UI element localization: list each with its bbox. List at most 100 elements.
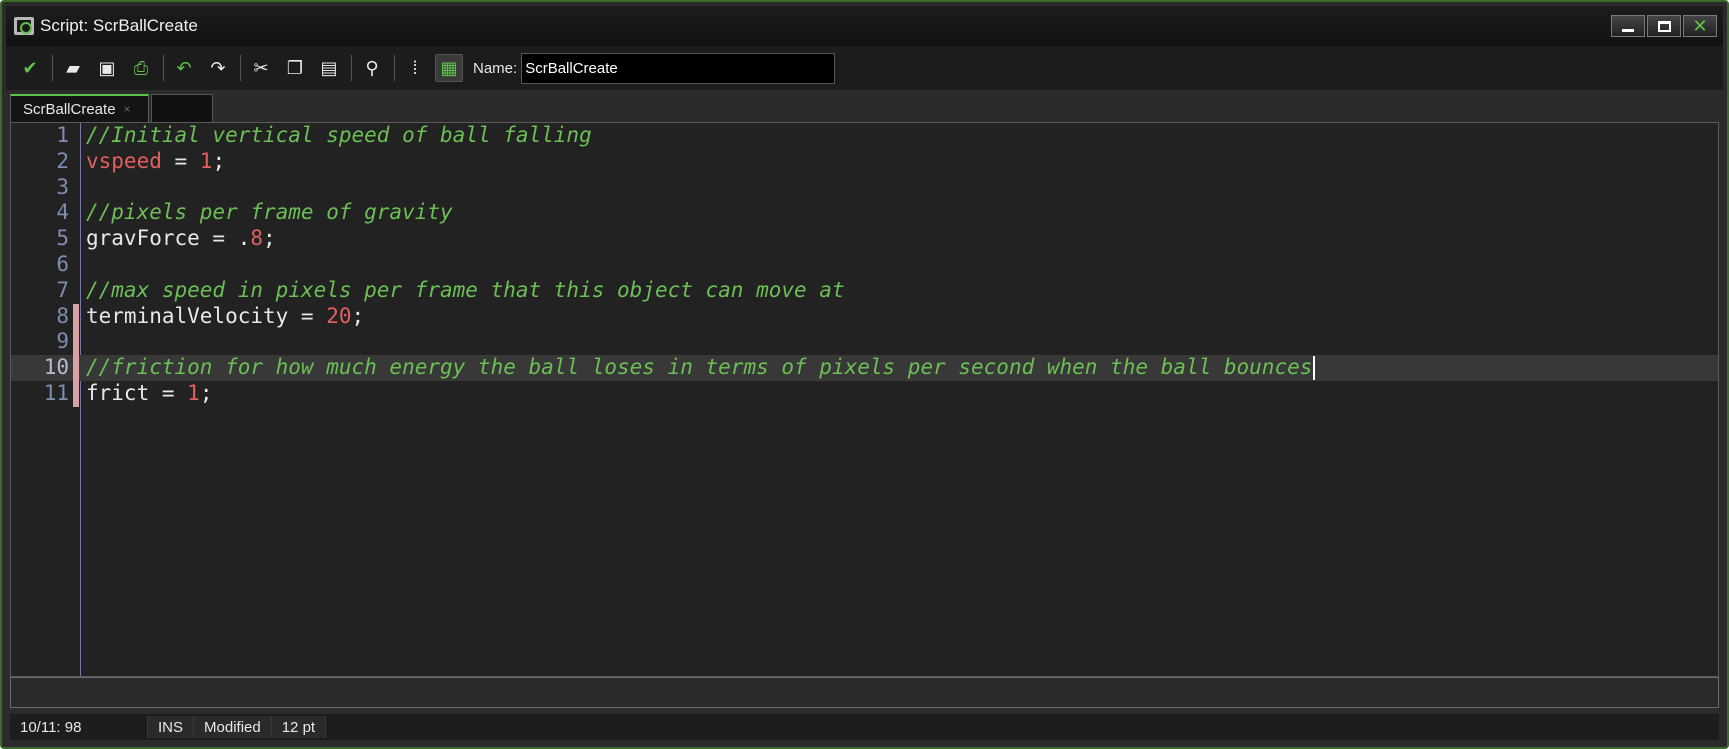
comment-token: //friction for how much energy the ball …	[86, 355, 1313, 380]
find-button[interactable]: ⚲	[358, 54, 386, 82]
cursor-position: 10/11: 98	[10, 716, 148, 738]
code-text: terminalVelocity = 20;	[86, 304, 364, 330]
script-name-input[interactable]	[521, 52, 836, 84]
cut-button[interactable]: ✂	[247, 54, 275, 82]
plain-token: =	[161, 148, 200, 173]
modified-line-marker	[73, 329, 79, 356]
code-line[interactable]: 4 //pixels per frame of gravity	[11, 200, 1718, 226]
title-bar[interactable]: Script: ScrBallCreate ✕	[6, 6, 1723, 46]
code-line[interactable]: 8 terminalVelocity = 20;	[11, 303, 1718, 330]
code-line[interactable]: 10 //friction for how much energy the bal…	[11, 355, 1718, 381]
modified-line-marker	[73, 355, 79, 381]
modified-indicator: Modified	[194, 716, 272, 738]
line-number: 5	[56, 226, 69, 251]
plain-token: ;	[351, 303, 365, 328]
code-snippet-button[interactable]: ▦	[435, 54, 463, 82]
code-text: //friction for how much energy the ball …	[86, 355, 1316, 381]
plain-token: terminalVelocity =	[86, 303, 327, 328]
code-line[interactable]: 6	[11, 252, 1718, 278]
num-token: 1	[187, 381, 200, 405]
toolbar-separator	[351, 55, 352, 81]
comment-token: //pixels per frame of gravity	[86, 200, 453, 225]
toolbar-separator	[163, 55, 164, 81]
copy-button[interactable]: ❐	[281, 54, 309, 82]
var-token: vspeed	[86, 148, 162, 173]
redo-button[interactable]: ↷	[204, 54, 232, 82]
window-controls: ✕	[1609, 15, 1717, 37]
close-icon: ✕	[1692, 16, 1708, 36]
num-token: 1	[199, 148, 213, 173]
document-icon: ▦	[440, 57, 458, 78]
modified-line-marker	[73, 303, 79, 330]
maximize-icon	[1657, 20, 1671, 32]
line-number: 10	[43, 355, 69, 380]
code-line[interactable]: 7 //max speed in pixels per frame that th…	[11, 278, 1718, 304]
code-line[interactable]: 9	[11, 329, 1718, 356]
code-text: gravForce = .8;	[86, 226, 276, 252]
num-token: 20	[326, 303, 352, 328]
print-button[interactable]: ⎙	[127, 54, 155, 82]
code-line[interactable]: 11 frict = 1;	[11, 381, 1718, 407]
line-number: 4	[56, 200, 69, 225]
printer-icon: ⎙	[133, 57, 149, 78]
text-caret	[1313, 356, 1316, 381]
window-title: Script: ScrBallCreate	[40, 16, 198, 35]
line-number: 2	[56, 148, 69, 173]
floppy-icon: ▣	[98, 57, 116, 78]
gamemaker-logo-icon	[14, 17, 34, 35]
line-number: 7	[56, 277, 69, 302]
code-text: frict = 1;	[86, 381, 212, 407]
status-filler	[326, 716, 1719, 738]
clipboard-icon: ▤	[320, 57, 338, 78]
line-number: 3	[56, 174, 69, 199]
num-token: 8	[250, 226, 264, 251]
plain-token: ;	[199, 381, 213, 405]
redo-icon: ↷	[210, 57, 226, 78]
line-number: 11	[43, 381, 69, 405]
code-line[interactable]: 1 //Initial vertical speed of ball fallin…	[11, 123, 1718, 149]
toolbar-separator	[52, 55, 53, 81]
modified-line-marker	[73, 381, 79, 407]
toolbar-separator	[394, 55, 395, 81]
plain-token: ;	[263, 226, 276, 251]
output-strip	[10, 677, 1719, 708]
plain-token: ;	[212, 148, 226, 173]
confirm-button[interactable]: ✔	[16, 54, 44, 82]
code-line[interactable]: 2 vspeed = 1;	[11, 149, 1718, 175]
maximize-button[interactable]	[1647, 15, 1681, 37]
script-editor-window: Script: ScrBallCreate ✕ ✔ ▰ ▣ ⎙ ↶ ↷ ✂ ❐ …	[0, 0, 1729, 749]
minimize-icon	[1622, 28, 1634, 32]
tab-close-icon[interactable]: ×	[124, 102, 131, 116]
line-number: 9	[56, 329, 69, 354]
comment-token: //Initial vertical speed of ball falling	[86, 123, 592, 147]
close-button[interactable]: ✕	[1683, 15, 1717, 37]
tab-empty[interactable]	[151, 94, 213, 122]
undo-button[interactable]: ↶	[170, 54, 198, 82]
tab-label: ScrBallCreate	[23, 100, 116, 118]
code-text: vspeed = 1;	[86, 149, 225, 175]
list-icon: ⁞	[412, 57, 418, 78]
toolbar: ✔ ▰ ▣ ⎙ ↶ ↷ ✂ ❐ ▤ ⚲ ⁞ ▦ Name:	[6, 46, 1723, 90]
goto-line-button[interactable]: ⁞	[401, 54, 429, 82]
toolbar-separator	[240, 55, 241, 81]
code-text: //Initial vertical speed of ball falling	[86, 123, 592, 149]
code-line[interactable]: 3	[11, 175, 1718, 201]
magnifier-icon: ⚲	[365, 57, 379, 78]
insert-mode-indicator: INS	[148, 716, 195, 738]
paste-button[interactable]: ▤	[315, 54, 343, 82]
tab-bar: ScrBallCreate ×	[6, 92, 1723, 122]
open-button[interactable]: ▰	[59, 54, 87, 82]
code-line[interactable]: 5 gravForce = .8;	[11, 226, 1718, 252]
status-bar: 10/11: 98 INS Modified 12 pt	[10, 714, 1719, 740]
code-editor[interactable]: 1//Initial vertical speed of ball fallin…	[10, 122, 1719, 677]
undo-icon: ↶	[176, 57, 192, 78]
plain-token: frict =	[86, 381, 188, 405]
line-number: 1	[56, 123, 69, 147]
minimize-button[interactable]	[1611, 15, 1645, 37]
folder-open-icon: ▰	[66, 57, 80, 78]
line-number: 8	[56, 303, 69, 328]
save-button[interactable]: ▣	[93, 54, 121, 82]
scissors-icon: ✂	[253, 57, 269, 78]
font-size-indicator: 12 pt	[271, 716, 327, 738]
tab-scrballcreate[interactable]: ScrBallCreate ×	[10, 94, 149, 122]
